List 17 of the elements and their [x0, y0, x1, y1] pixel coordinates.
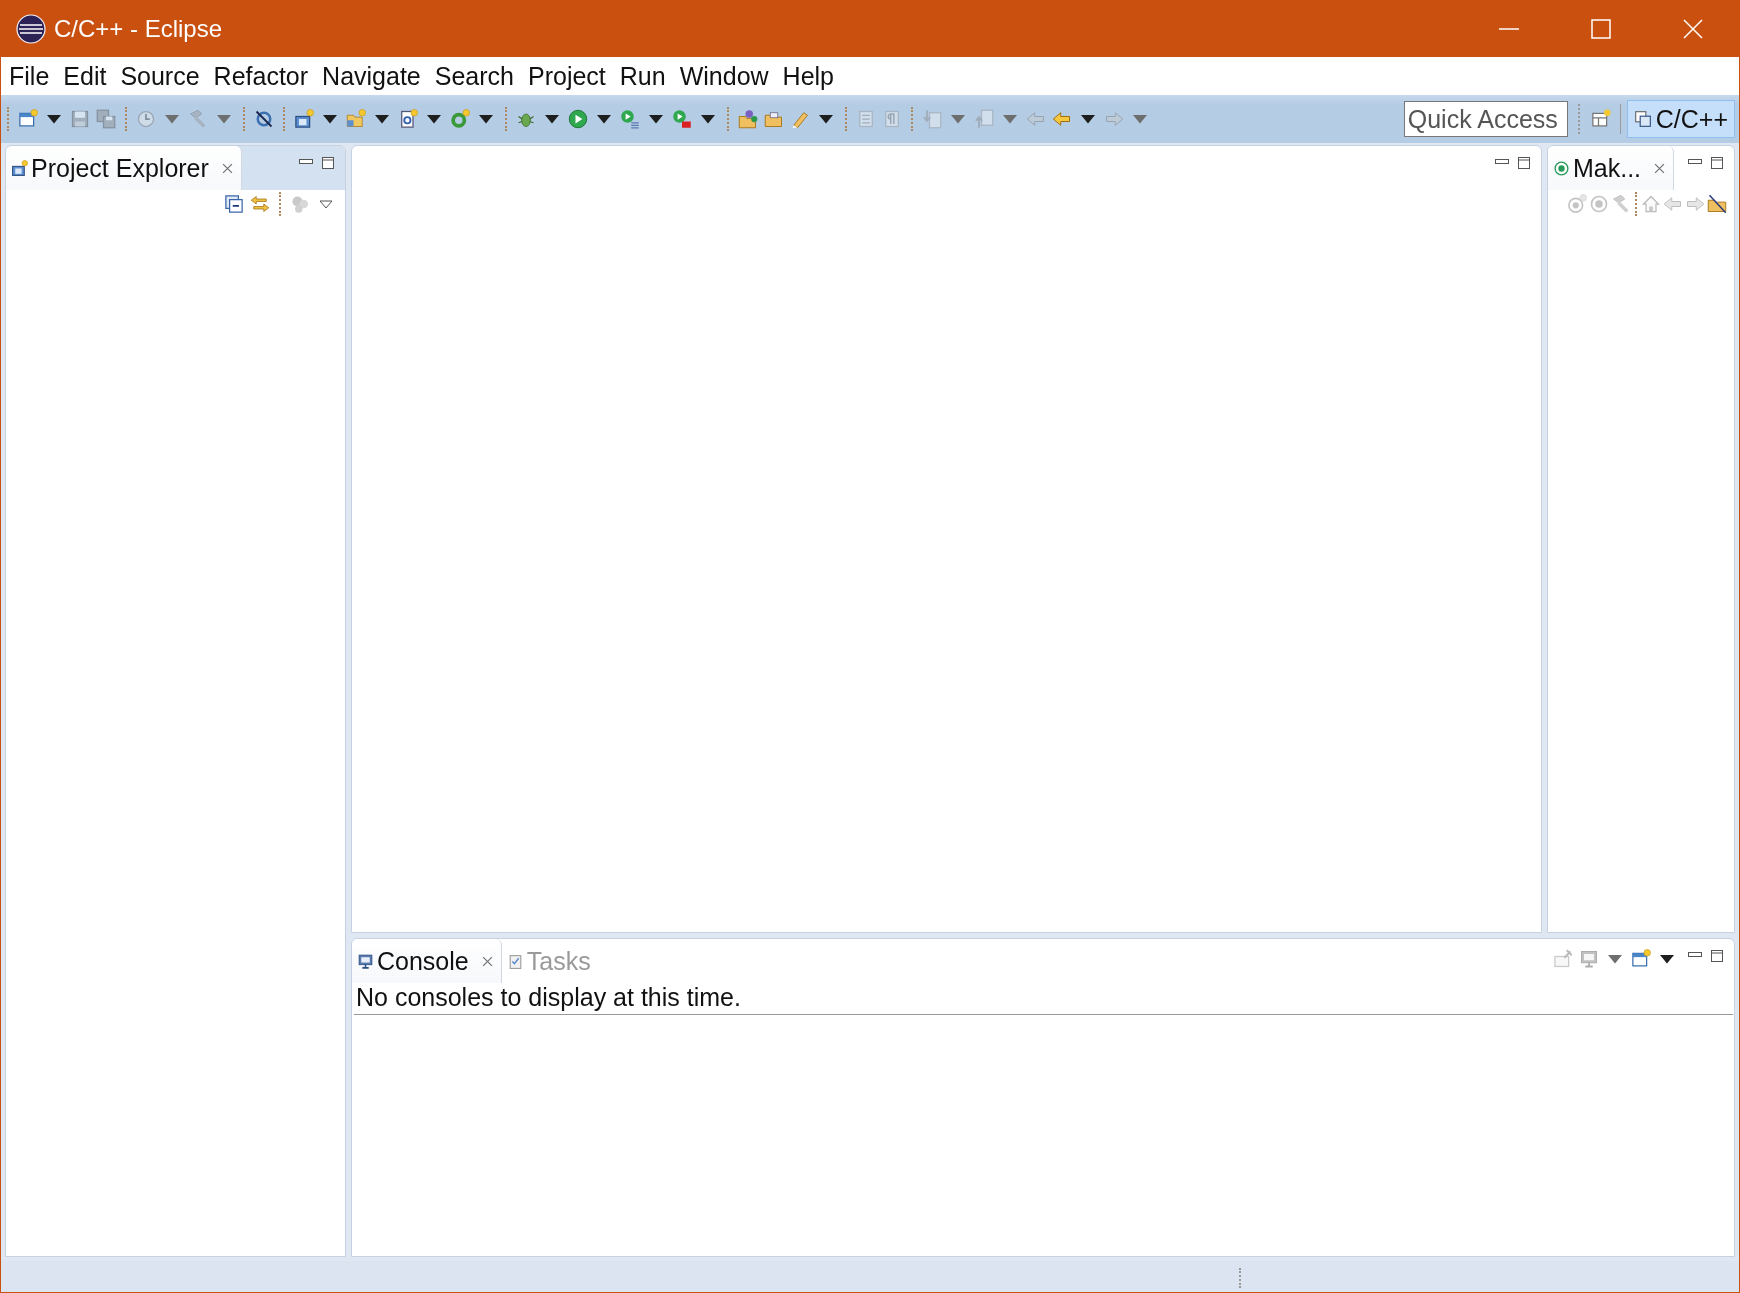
console-message: No consoles to display at this time. [354, 983, 1733, 1015]
menu-item[interactable]: File [2, 61, 57, 91]
quick-access-field[interactable]: Quick Access [1403, 101, 1568, 137]
menu-item[interactable]: Refactor [206, 61, 316, 91]
menu-item[interactable]: Source [113, 61, 207, 91]
menu-item[interactable]: Search [427, 61, 521, 91]
perspective-button[interactable]: C/C++ [1626, 100, 1735, 138]
view-tab[interactable]: Console [352, 939, 502, 983]
menu-item[interactable]: Run [612, 61, 673, 91]
menu-item[interactable]: Window [672, 61, 776, 91]
view-tab[interactable]: Mak... [1548, 146, 1675, 190]
window-title: C/C++ - Eclipse [54, 14, 223, 43]
menu-item[interactable]: Help [775, 61, 841, 91]
menu-item[interactable]: Navigate [315, 61, 428, 91]
menu-item[interactable]: Project [521, 61, 613, 91]
menu-item[interactable]: Edit [56, 61, 114, 91]
view-tab[interactable]: Project Explorer [6, 146, 242, 190]
